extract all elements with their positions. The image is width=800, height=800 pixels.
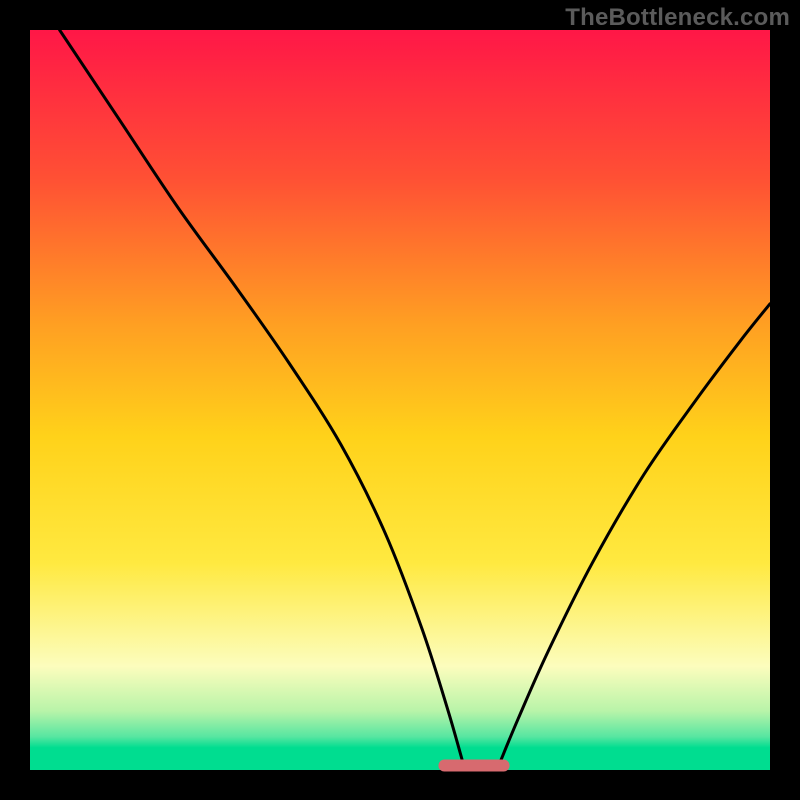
chart-frame: TheBottleneck.com [0,0,800,800]
watermark-text: TheBottleneck.com [565,4,790,32]
chart-svg [0,0,800,800]
plot-area [30,30,770,770]
